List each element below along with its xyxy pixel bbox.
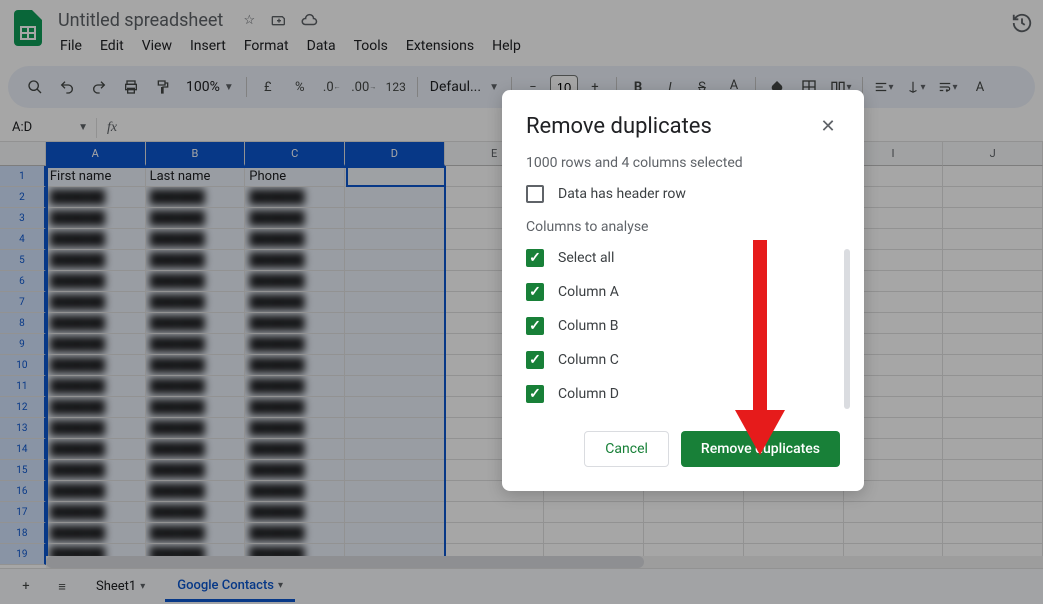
checkbox-icon bbox=[526, 351, 544, 369]
checkbox-icon bbox=[526, 317, 544, 335]
checkbox-label: Column A bbox=[558, 284, 619, 300]
column-checkbox[interactable]: Column B bbox=[526, 317, 840, 335]
checkbox-icon bbox=[526, 283, 544, 301]
checkbox-label: Data has header row bbox=[558, 186, 686, 202]
dialog-title: Remove duplicates bbox=[526, 114, 712, 139]
remove-duplicates-button[interactable]: Remove duplicates bbox=[681, 431, 840, 467]
checkbox-icon bbox=[526, 385, 544, 403]
columns-section-label: Columns to analyse bbox=[526, 219, 840, 235]
checkbox-icon bbox=[526, 249, 544, 267]
select-all-checkbox[interactable]: Select all bbox=[526, 249, 840, 267]
columns-scrollbar[interactable] bbox=[844, 249, 850, 409]
remove-duplicates-dialog: Remove duplicates ✕ 1000 rows and 4 colu… bbox=[502, 90, 864, 491]
checkbox-label: Column B bbox=[558, 318, 618, 334]
column-checkbox[interactable]: Column D bbox=[526, 385, 840, 403]
column-checkbox[interactable]: Column C bbox=[526, 351, 840, 369]
checkbox-label: Column C bbox=[558, 352, 619, 368]
column-checkbox[interactable]: Column A bbox=[526, 283, 840, 301]
cancel-button[interactable]: Cancel bbox=[584, 431, 669, 467]
close-icon[interactable]: ✕ bbox=[816, 115, 840, 139]
selection-info: 1000 rows and 4 columns selected bbox=[526, 155, 840, 171]
checkbox-icon bbox=[526, 185, 544, 203]
checkbox-label: Column D bbox=[558, 386, 619, 402]
header-row-checkbox[interactable]: Data has header row bbox=[526, 185, 840, 203]
checkbox-label: Select all bbox=[558, 250, 614, 266]
